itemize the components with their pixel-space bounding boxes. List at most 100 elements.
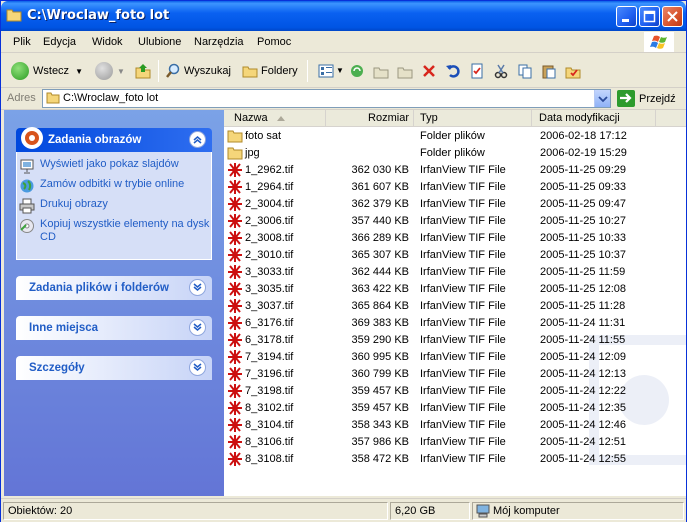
search-icon <box>166 63 180 78</box>
address-dropdown-button[interactable] <box>594 90 610 107</box>
file-row[interactable]: 6_3176.tif 369 383 KB IrfanView TIF File 20… <box>224 315 686 332</box>
search-label: Wyszukaj <box>184 65 231 77</box>
file-row[interactable]: 3_3033.tif 362 444 KB IrfanView TIF File 20… <box>224 264 686 281</box>
copy-icon[interactable] <box>517 63 533 79</box>
file-row[interactable]: 2_3008.tif 366 289 KB IrfanView TIF File 20… <box>224 230 686 247</box>
globe-icon <box>20 179 34 193</box>
task-slideshow[interactable]: Wyświetl jako pokaz slajdów <box>17 158 211 178</box>
menu-bar: Plik Edycja Widok Ulubione Narzędzia Pom… <box>1 31 686 53</box>
file-size: 357 440 KB <box>351 215 410 227</box>
file-row[interactable]: 3_3035.tif 363 422 KB IrfanView TIF File 20… <box>224 281 686 298</box>
file-name: 2_3004.tif <box>245 198 294 210</box>
file-name: 6_3176.tif <box>245 317 294 329</box>
minimize-button[interactable] <box>616 6 637 27</box>
sync-icon[interactable] <box>349 63 365 79</box>
up-folder-icon[interactable] <box>135 63 151 79</box>
file-type: IrfanView TIF File <box>420 164 506 176</box>
go-button[interactable]: Przejdź <box>617 90 676 107</box>
column-header-type[interactable]: Typ <box>414 110 532 127</box>
file-row[interactable]: 1_2964.tif 361 607 KB IrfanView TIF File 20… <box>224 179 686 196</box>
irfanview-file-icon <box>228 350 242 364</box>
file-type: IrfanView TIF File <box>420 300 506 312</box>
file-row[interactable]: jpg Folder plików 2006-02-19 15:29 <box>224 145 686 162</box>
expand-icon[interactable] <box>189 359 206 376</box>
file-name: 3_3033.tif <box>245 266 294 278</box>
cut-icon[interactable] <box>493 63 509 79</box>
paste-icon[interactable] <box>541 63 557 79</box>
file-row[interactable]: 1_2962.tif 362 030 KB IrfanView TIF File 20… <box>224 162 686 179</box>
file-row[interactable]: 3_3037.tif 365 864 KB IrfanView TIF File 20… <box>224 298 686 315</box>
file-type: IrfanView TIF File <box>420 402 506 414</box>
back-dropdown-icon[interactable]: ▼ <box>75 67 83 76</box>
menu-tools[interactable]: Narzędzia <box>194 36 244 48</box>
file-tasks-header[interactable]: Zadania plików i folderów <box>16 276 212 300</box>
file-type: IrfanView TIF File <box>420 198 506 210</box>
forward-dropdown-icon[interactable]: ▼ <box>117 67 125 76</box>
search-button[interactable]: Wyszukaj <box>165 59 231 83</box>
expand-icon[interactable] <box>189 319 206 336</box>
column-header-size[interactable]: Rozmiar <box>325 110 414 127</box>
file-name: 3_3035.tif <box>245 283 294 295</box>
file-row[interactable]: 7_3196.tif 360 799 KB IrfanView TIF File 20… <box>224 366 686 383</box>
file-type: IrfanView TIF File <box>420 436 506 448</box>
folder-icon <box>227 130 243 143</box>
task-order-prints[interactable]: Zamów odbitki w trybie online <box>17 178 211 198</box>
menu-favorites[interactable]: Ulubione <box>138 36 181 48</box>
forward-button[interactable]: ▼ <box>95 59 125 83</box>
folders-button[interactable]: Foldery <box>242 59 298 83</box>
file-row[interactable]: 2_3004.tif 362 379 KB IrfanView TIF File 20… <box>224 196 686 213</box>
task-print[interactable]: Drukuj obrazy <box>17 198 211 218</box>
views-icon[interactable] <box>318 63 334 79</box>
file-row[interactable]: 8_3106.tif 357 986 KB IrfanView TIF File 20… <box>224 434 686 451</box>
file-row[interactable]: 8_3102.tif 359 457 KB IrfanView TIF File 20… <box>224 400 686 417</box>
address-value: C:\Wroclaw_foto lot <box>63 92 159 104</box>
status-size-text: 6,20 GB <box>395 505 436 517</box>
file-name: 7_3194.tif <box>245 351 294 363</box>
folders-label: Foldery <box>261 65 298 77</box>
status-objects-text: Obiektów: 20 <box>8 505 73 517</box>
file-row[interactable]: 8_3104.tif 358 343 KB IrfanView TIF File 20… <box>224 417 686 434</box>
file-list[interactable]: Nazwa Rozmiar Typ Data modyfikacji foto … <box>224 110 686 496</box>
menu-file[interactable]: Plik <box>13 36 31 48</box>
views-dropdown-icon[interactable]: ▼ <box>336 66 344 75</box>
file-row[interactable]: 2_3006.tif 357 440 KB IrfanView TIF File 20… <box>224 213 686 230</box>
properties-icon[interactable] <box>469 63 485 79</box>
title-bar[interactable]: C:\Wroclaw_foto lot <box>1 1 686 31</box>
delete-icon[interactable] <box>421 63 437 79</box>
other-places-header[interactable]: Inne miejsca <box>16 316 212 340</box>
menu-view[interactable]: Widok <box>92 36 123 48</box>
menu-help[interactable]: Pomoc <box>257 36 291 48</box>
other-places-title: Inne miejsca <box>29 322 99 334</box>
irfanview-file-icon <box>228 299 242 313</box>
image-tasks-header[interactable]: Zadania obrazów <box>16 127 212 152</box>
file-date: 2005-11-24 12:13 <box>540 368 627 380</box>
file-row[interactable]: 2_3010.tif 365 307 KB IrfanView TIF File 20… <box>224 247 686 264</box>
task-pane: Zadania obrazów Wyświetl jako pokaz slaj… <box>4 110 224 496</box>
expand-icon[interactable] <box>189 279 206 296</box>
file-row[interactable]: 7_3198.tif 359 457 KB IrfanView TIF File 20… <box>224 383 686 400</box>
folders-icon <box>242 66 258 78</box>
menu-edit[interactable]: Edycja <box>43 36 76 48</box>
address-input[interactable]: C:\Wroclaw_foto lot <box>42 89 611 108</box>
file-date: 2005-11-25 09:33 <box>540 181 627 193</box>
file-row[interactable]: 6_3178.tif 359 290 KB IrfanView TIF File 20… <box>224 332 686 349</box>
file-row[interactable]: 7_3194.tif 360 995 KB IrfanView TIF File 20… <box>224 349 686 366</box>
file-row[interactable]: foto sat Folder plików 2006-02-18 17:12 <box>224 128 686 145</box>
maximize-button[interactable] <box>639 6 660 27</box>
collapse-icon[interactable] <box>189 131 206 148</box>
folder-options-icon[interactable] <box>565 63 581 79</box>
details-header[interactable]: Szczegóły <box>16 356 212 380</box>
move-to-icon[interactable] <box>373 63 389 79</box>
copy-to-icon[interactable] <box>397 63 413 79</box>
close-button[interactable] <box>662 6 683 27</box>
file-name: 2_3010.tif <box>245 249 294 261</box>
file-tasks-panel: Zadania plików i folderów <box>16 276 212 300</box>
task-copy-to-cd[interactable]: Kopiuj wszystkie elementy na dysk CD <box>17 218 211 251</box>
file-type: IrfanView TIF File <box>420 453 506 465</box>
file-row[interactable]: 8_3108.tif 358 472 KB IrfanView TIF File 20… <box>224 451 686 468</box>
back-button[interactable]: Wstecz ▼ <box>11 59 83 83</box>
details-title: Szczegóły <box>29 362 85 374</box>
column-header-date[interactable]: Data modyfikacji <box>532 110 656 127</box>
file-date: 2005-11-25 10:33 <box>540 232 627 244</box>
undo-icon[interactable] <box>445 63 461 79</box>
